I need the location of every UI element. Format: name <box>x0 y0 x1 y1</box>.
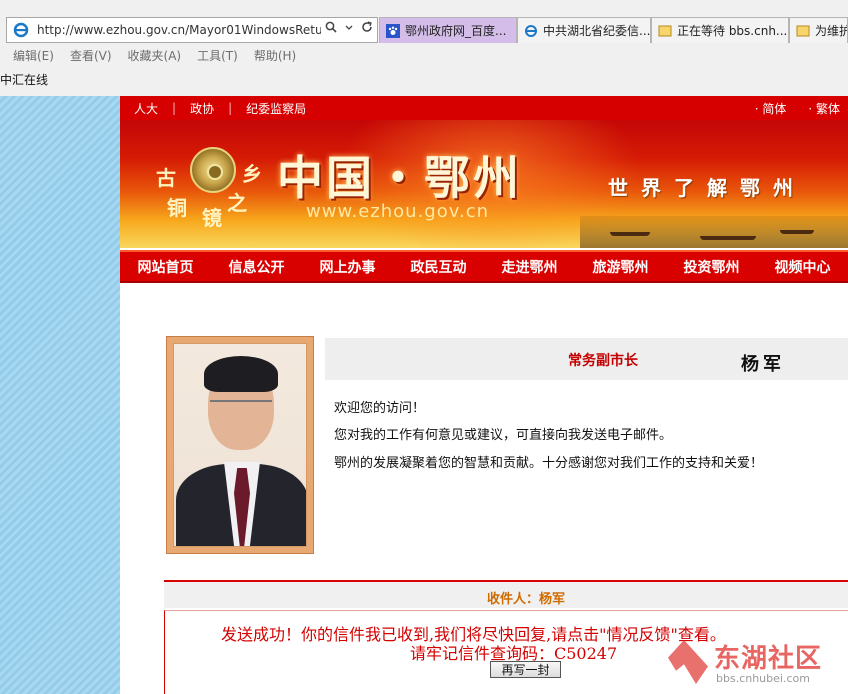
browser-chrome: http://www.ezhou.gov.cn/Mayor01WindowsRe… <box>0 0 848 96</box>
page-side-background <box>0 96 120 694</box>
link-discipline[interactable]: 纪委监察局 <box>232 100 320 117</box>
official-portrait-frame <box>166 336 314 554</box>
top-links-bar: 人大 | 政协 | 纪委监察局 · 简体 · 繁体 <box>120 96 848 120</box>
link-npc[interactable]: 人大 <box>120 100 172 117</box>
tab-hubei-discipline[interactable]: 中共湖北省纪委信... <box>517 17 651 43</box>
dropdown-arrow-icon[interactable] <box>345 21 353 37</box>
official-portrait <box>173 343 307 547</box>
nav-info-disclosure[interactable]: 信息公开 <box>211 257 302 277</box>
address-url[interactable]: http://www.ezhou.gov.cn/Mayor01WindowsRe… <box>37 23 321 37</box>
greeting-line: 您对我的工作有何意见或建议，可直接向我发送电子邮件。 <box>334 428 673 443</box>
official-title-bar: 常务副市长 杨军 <box>325 338 848 380</box>
nav-tourism[interactable]: 旅游鄂州 <box>575 257 666 277</box>
banner-char: 古 <box>156 166 176 190</box>
boat-icon <box>700 236 756 240</box>
official-role: 常务副市长 <box>568 353 638 369</box>
nav-online-services[interactable]: 网上办事 <box>302 257 393 277</box>
official-name: 杨军 <box>741 354 785 375</box>
site-banner: 古 乡 铜 镜 之 中国・鄂州 www.ezhou.gov.cn 世界了解鄂州 <box>120 120 848 248</box>
forum-logo-icon <box>668 640 708 684</box>
tab-maintenance[interactable]: 为维护 <box>789 17 848 43</box>
recipient-bar: 收件人：杨军 <box>164 580 848 608</box>
tab-strip: 鄂州政府网_百度... 中共湖北省纪委信... 正在等待 bbs.cnh... … <box>379 17 848 43</box>
paw-favicon-icon <box>386 23 400 38</box>
main-nav: 网站首页 信息公开 网上办事 政民互动 走进鄂州 旅游鄂州 投资鄂州 视频中心 <box>120 250 848 283</box>
greeting-line: 鄂州的发展凝聚着您的智慧和贡献。十分感谢您对我们工作的支持和关爱！ <box>334 456 764 471</box>
nav-video-center[interactable]: 视频中心 <box>757 257 848 277</box>
nav-home[interactable]: 网站首页 <box>120 257 211 277</box>
nav-investment[interactable]: 投资鄂州 <box>666 257 757 277</box>
ie-logo-icon <box>13 22 29 38</box>
ie-favicon-icon <box>524 24 538 38</box>
tab-label: 为维护 <box>815 24 848 38</box>
menu-view[interactable]: 查看(V) <box>70 47 112 64</box>
write-again-button[interactable]: 再写一封 <box>490 661 561 678</box>
banner-char: 镜 <box>202 206 222 230</box>
boat-icon <box>610 232 650 236</box>
tab-cnhubei-loading[interactable]: 正在等待 bbs.cnh... <box>651 17 789 43</box>
favorite-link[interactable]: 中汇在线 <box>0 71 48 88</box>
menu-help[interactable]: 帮助(H) <box>254 47 296 64</box>
refresh-icon[interactable] <box>361 21 373 37</box>
nav-public-interaction[interactable]: 政民互动 <box>393 257 484 277</box>
recipient-label: 收件人：杨军 <box>487 592 566 607</box>
banner-slogan: 世界了解鄂州 <box>608 176 806 200</box>
menu-edit[interactable]: 编辑(E) <box>13 47 54 64</box>
forum-watermark: 东湖社区 bbs.cnhubei.com <box>668 634 844 692</box>
link-simplified[interactable]: 简体 <box>762 102 786 116</box>
watermark-url: bbs.cnhubei.com <box>716 672 810 685</box>
search-icon[interactable] <box>325 21 337 37</box>
boat-icon <box>780 230 814 234</box>
link-traditional[interactable]: 繁体 <box>816 102 840 116</box>
tab-label: 中共湖北省纪委信... <box>543 24 651 38</box>
nav-about-ezhou[interactable]: 走进鄂州 <box>484 257 575 277</box>
banner-title: 中国・鄂州 <box>277 151 522 205</box>
banner-char: 乡 <box>242 162 262 186</box>
loading-page-icon <box>658 24 672 38</box>
address-bar[interactable]: http://www.ezhou.gov.cn/Mayor01WindowsRe… <box>6 17 378 43</box>
loading-page-icon <box>796 24 810 38</box>
tab-ezhou-gov[interactable]: 鄂州政府网_百度... <box>379 17 517 43</box>
menu-favorites[interactable]: 收藏夹(A) <box>128 47 182 64</box>
tab-label: 正在等待 bbs.cnh... <box>677 24 788 38</box>
watermark-title: 东湖社区 <box>714 644 823 674</box>
banner-site-url: www.ezhou.gov.cn <box>306 201 490 222</box>
favorites-bar: 中汇在线 <box>0 68 48 90</box>
banner-char: 铜 <box>167 196 187 220</box>
menu-tools[interactable]: 工具(T) <box>197 47 238 64</box>
tab-label: 鄂州政府网_百度... <box>405 24 507 38</box>
link-cppcc[interactable]: 政协 <box>176 100 228 117</box>
banner-char: 之 <box>227 191 247 215</box>
bronze-mirror-icon <box>190 147 236 193</box>
menu-bar: 编辑(E) 查看(V) 收藏夹(A) 工具(T) 帮助(H) <box>0 45 848 65</box>
lake-scene <box>580 216 848 248</box>
greeting-line: 欢迎您的访问！ <box>334 401 426 416</box>
